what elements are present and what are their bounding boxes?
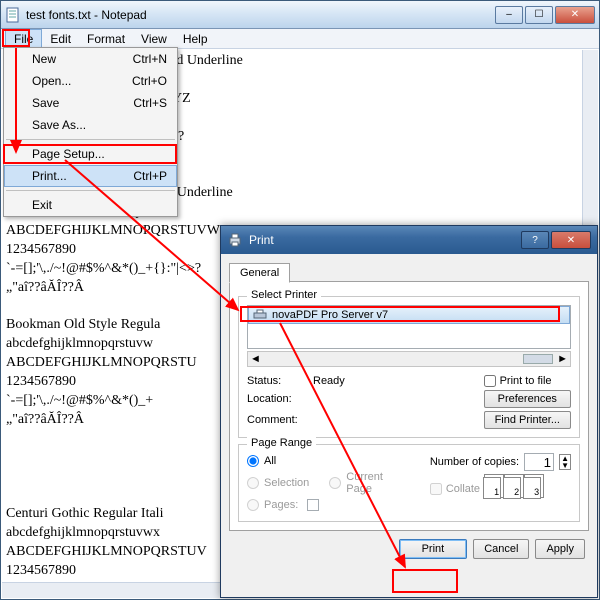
print-tabs: General	[229, 262, 589, 282]
close-button[interactable]: ✕	[555, 6, 595, 24]
print-close-button[interactable]: ✕	[551, 231, 591, 249]
location-label: Location:	[247, 393, 307, 405]
file-menu-dropdown: NewCtrl+N Open...Ctrl+O SaveCtrl+S Save …	[3, 47, 178, 217]
menu-item-open[interactable]: Open...Ctrl+O	[4, 70, 177, 92]
print-dialog: Print ? ✕ General Select Printer novaPDF…	[220, 225, 598, 598]
notepad-titlebar: test fonts.txt - Notepad – ☐ ✕	[1, 1, 599, 29]
collate-preview: 1 2 3	[483, 477, 541, 499]
print-button[interactable]: Print	[399, 539, 468, 559]
minimize-button[interactable]: –	[495, 6, 523, 24]
find-printer-button[interactable]: Find Printer...	[484, 411, 571, 429]
radio-all[interactable]: All	[247, 453, 410, 469]
print-help-button[interactable]: ?	[521, 231, 549, 249]
menu-item-exit[interactable]: Exit	[4, 194, 177, 216]
menu-separator	[6, 190, 175, 191]
apply-button[interactable]: Apply	[535, 539, 585, 559]
menu-item-save-as[interactable]: Save As...	[4, 114, 177, 136]
print-titlebar: Print ? ✕	[221, 226, 597, 254]
copies-label: Number of copies:	[430, 456, 519, 468]
collate-checkbox[interactable]: Collate	[430, 483, 480, 495]
status-label: Status:	[247, 375, 307, 387]
printer-list[interactable]: novaPDF Pro Server v7	[247, 305, 571, 349]
status-value: Ready	[313, 375, 478, 387]
select-printer-label: Select Printer	[247, 289, 321, 301]
menu-edit[interactable]: Edit	[42, 30, 79, 48]
radio-selection[interactable]: Selection	[247, 469, 309, 497]
notepad-title: test fonts.txt - Notepad	[26, 8, 495, 22]
menu-item-page-setup[interactable]: Page Setup...	[4, 143, 177, 165]
radio-current-page[interactable]: Current Page	[329, 469, 410, 497]
copies-spinner[interactable]: ▲▼	[559, 454, 571, 470]
menu-item-save[interactable]: SaveCtrl+S	[4, 92, 177, 114]
menu-help[interactable]: Help	[175, 30, 216, 48]
printer-name: novaPDF Pro Server v7	[272, 309, 388, 321]
menu-item-new[interactable]: NewCtrl+N	[4, 48, 177, 70]
tab-general[interactable]: General	[229, 263, 290, 283]
page-range-group: Page Range All Selection Current Page Pa…	[238, 444, 580, 522]
print-title: Print	[249, 233, 521, 247]
menu-view[interactable]: View	[133, 30, 175, 48]
select-printer-group: Select Printer novaPDF Pro Server v7 ◄► …	[238, 296, 580, 438]
menu-separator	[6, 139, 175, 140]
menu-item-print[interactable]: Print...Ctrl+P	[4, 165, 177, 187]
printer-icon	[227, 232, 243, 248]
copies-input[interactable]	[524, 453, 554, 471]
cancel-button[interactable]: Cancel	[473, 539, 529, 559]
menu-format[interactable]: Format	[79, 30, 133, 48]
menu-file[interactable]: File	[5, 29, 42, 49]
printer-row-selected[interactable]: novaPDF Pro Server v7	[248, 306, 570, 324]
pages-input[interactable]	[307, 499, 319, 511]
page-range-label: Page Range	[247, 437, 316, 449]
notepad-menubar: File Edit Format View Help	[1, 29, 599, 49]
notepad-icon	[5, 7, 21, 23]
maximize-button[interactable]: ☐	[525, 6, 553, 24]
radio-pages[interactable]: Pages:	[247, 497, 410, 513]
comment-label: Comment:	[247, 414, 307, 426]
preferences-button[interactable]: Preferences	[484, 390, 571, 408]
print-to-file-checkbox[interactable]: Print to file	[484, 375, 571, 387]
printer-icon	[253, 309, 267, 321]
printer-list-scrollbar[interactable]: ◄►	[247, 351, 571, 367]
